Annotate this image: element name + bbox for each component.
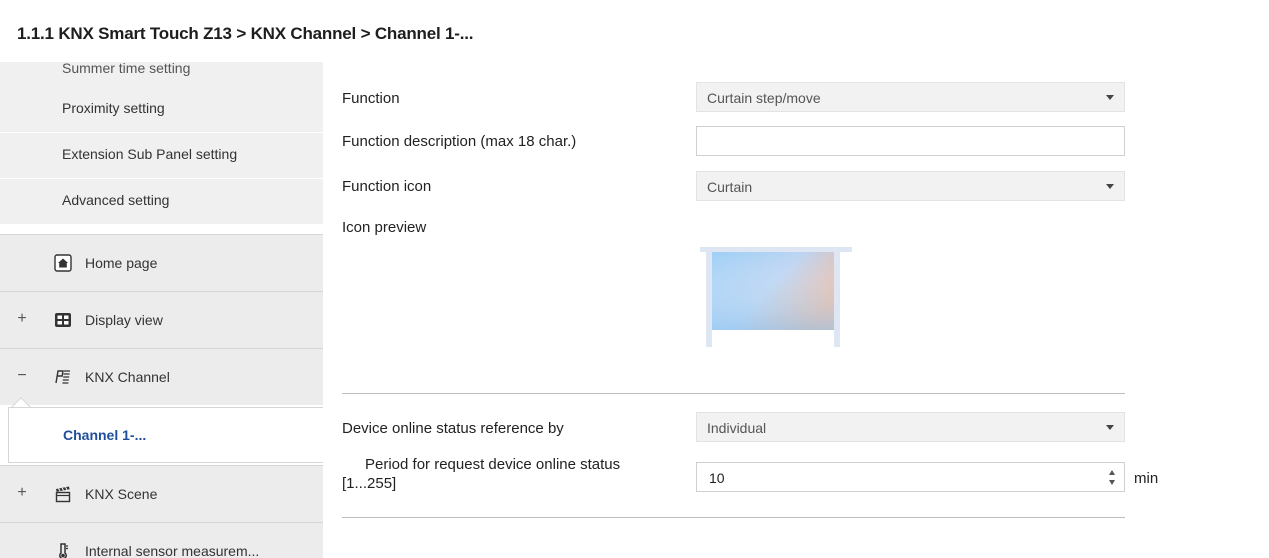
sidebar-item-label: KNX Channel: [85, 369, 170, 385]
sidebar-item-internal-sensor[interactable]: Internal sensor measurem...: [0, 522, 323, 558]
section-divider: [342, 517, 1125, 518]
expand-toggle[interactable]: +: [16, 484, 28, 502]
home-icon: [54, 254, 72, 272]
sidebar-item-label: Extension Sub Panel setting: [62, 146, 238, 162]
spin-arrows-icon[interactable]: [1108, 468, 1118, 488]
function-icon-select[interactable]: Curtain: [696, 171, 1125, 201]
sidebar-item-extension-sub-panel[interactable]: Extension Sub Panel setting: [0, 133, 323, 178]
function-label: Function: [342, 90, 400, 107]
thermometer-icon: [59, 543, 68, 558]
function-icon-label: Function icon: [342, 178, 432, 195]
request-period-spinbox[interactable]: 10: [696, 462, 1125, 492]
function-description-label: Function description (max 18 char.): [342, 133, 577, 150]
title-bar: 1.1.1 KNX Smart Touch Z13 > KNX Channel …: [0, 0, 1269, 62]
function-icon-select-value: Curtain: [707, 179, 753, 195]
spin-down-icon[interactable]: [1109, 480, 1115, 485]
section-divider: [342, 393, 1125, 394]
sidebar-item-advanced[interactable]: Advanced setting: [0, 179, 323, 224]
knx-channel-icon: [55, 370, 70, 384]
sidebar: Summer time setting Proximity setting Ex…: [0, 62, 323, 558]
display-grid-icon: [55, 313, 71, 327]
breadcrumb: 1.1.1 KNX Smart Touch Z13 > KNX Channel …: [17, 24, 474, 43]
expand-toggle[interactable]: +: [16, 310, 28, 328]
request-period-label: Period for request device online status: [365, 456, 621, 473]
sidebar-item-summer-time[interactable]: Summer time setting: [0, 62, 323, 87]
sidebar-item-label: KNX Scene: [85, 486, 158, 502]
icon-preview-label: Icon preview: [342, 219, 427, 236]
sidebar-item-knx-channel[interactable]: − KNX Channel: [0, 348, 323, 405]
request-period-value: 10: [709, 470, 725, 486]
function-select[interactable]: Curtain step/move: [696, 82, 1125, 112]
sidebar-item-label: Home page: [85, 255, 158, 271]
sidebar-item-knx-scene[interactable]: + KNX Scene: [0, 465, 323, 522]
sidebar-item-label: Summer time setting: [62, 62, 191, 76]
online-status-reference-label: Device online status reference by: [342, 420, 564, 437]
curtain-preview-icon: [700, 247, 852, 347]
chevron-down-icon: [1106, 95, 1114, 100]
sidebar-item-channel-1[interactable]: Channel 1-...: [8, 407, 323, 463]
request-period-range: [1...255]: [342, 475, 397, 492]
chevron-down-icon: [1106, 184, 1114, 189]
sidebar-item-label: Proximity setting: [62, 100, 165, 116]
online-status-reference-select[interactable]: Individual: [696, 412, 1125, 442]
function-description-input[interactable]: [696, 126, 1125, 156]
chevron-down-icon: [1106, 425, 1114, 430]
sidebar-item-label: Channel 1-...: [63, 427, 147, 443]
online-status-reference-value: Individual: [707, 420, 767, 436]
sidebar-item-label: Display view: [85, 312, 163, 328]
request-period-unit: min: [1134, 470, 1159, 487]
function-select-value: Curtain step/move: [707, 90, 821, 106]
spin-up-icon[interactable]: [1109, 470, 1115, 475]
sidebar-item-display-view[interactable]: + Display view: [0, 291, 323, 348]
collapse-toggle[interactable]: −: [16, 367, 28, 385]
sidebar-item-label: Internal sensor measurem...: [85, 543, 260, 558]
sidebar-item-home-page[interactable]: Home page: [0, 234, 323, 291]
scene-clapper-icon: [55, 486, 71, 503]
sidebar-item-proximity[interactable]: Proximity setting: [0, 87, 323, 132]
sidebar-item-label: Advanced setting: [62, 192, 170, 208]
parameter-panel: Function Curtain step/move Function desc…: [323, 62, 1269, 558]
